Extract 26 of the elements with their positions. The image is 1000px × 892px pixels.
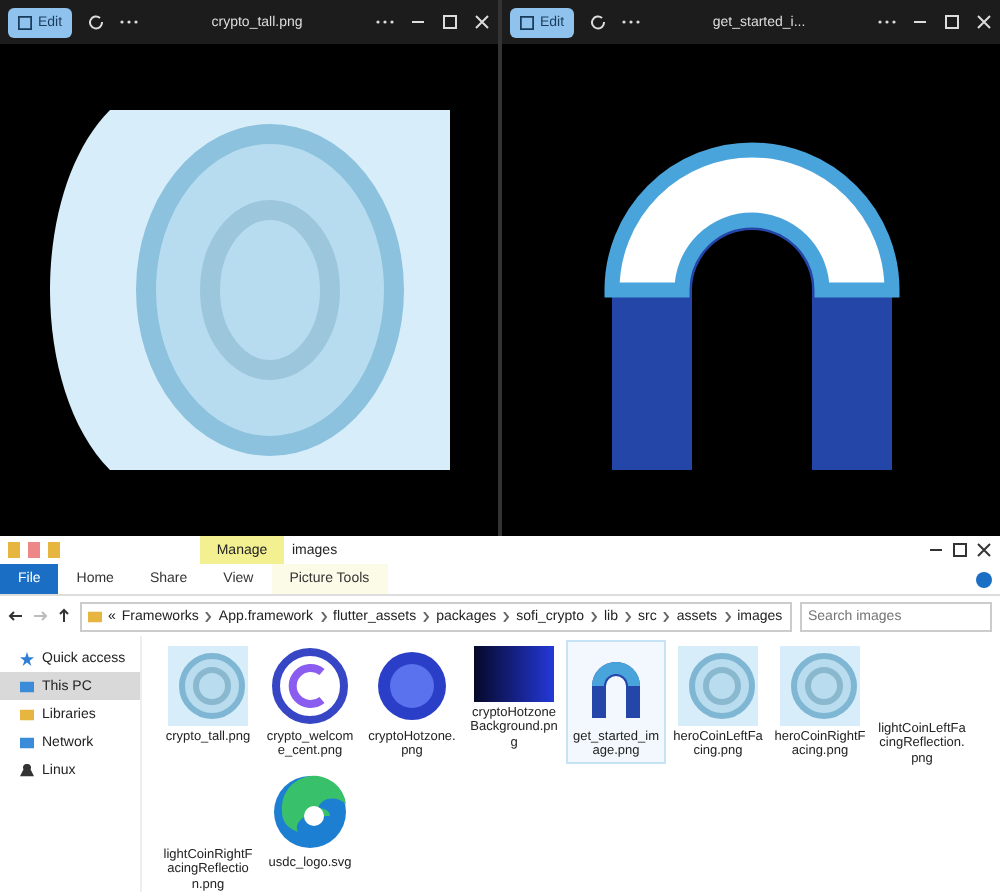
rotate-icon[interactable] — [590, 14, 607, 30]
chevron-icon — [723, 611, 732, 621]
up-icon[interactable] — [56, 608, 72, 624]
star-icon — [20, 651, 34, 665]
coin-image — [168, 646, 248, 726]
chevron-icon — [623, 611, 632, 621]
penguin-icon — [20, 763, 34, 777]
coin-image — [780, 646, 860, 726]
logo-image — [270, 772, 350, 852]
edit-icon — [18, 15, 32, 29]
rotate-icon[interactable] — [88, 14, 105, 30]
coin-image — [678, 646, 758, 726]
edit-icon — [520, 15, 534, 29]
chevron-icon — [319, 611, 327, 621]
chevron-icon — [502, 611, 511, 621]
back-icon[interactable] — [8, 608, 24, 624]
chevron-icon — [204, 611, 213, 621]
monitor-icon — [20, 679, 34, 693]
chevron-icon — [422, 611, 431, 621]
maximize-icon[interactable] — [952, 542, 968, 558]
coin-image — [372, 646, 452, 726]
close-icon[interactable] — [976, 542, 992, 558]
gradient-image — [474, 646, 554, 702]
chevron-icon — [662, 611, 671, 621]
chevron-icon — [589, 611, 598, 621]
coin-image — [270, 646, 350, 726]
